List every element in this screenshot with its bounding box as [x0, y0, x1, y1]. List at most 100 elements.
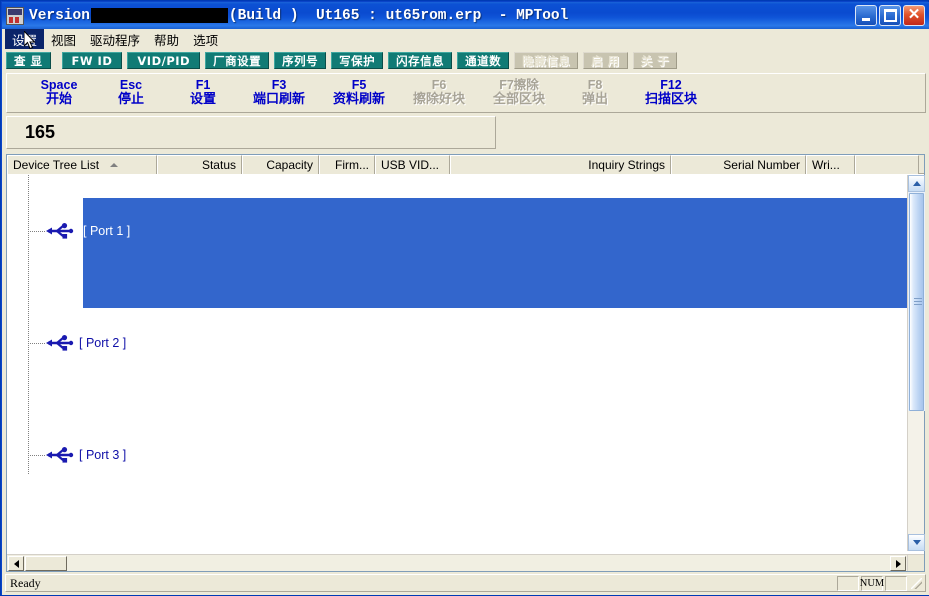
toolbar-refresh-port[interactable]: F3 端口刷新: [239, 78, 319, 107]
tab-vendor-settings-label: 厂商设置: [213, 53, 261, 69]
menu-driver[interactable]: 驱动程序: [83, 29, 147, 49]
window-controls: ✕: [855, 5, 925, 26]
scroll-up-button[interactable]: [908, 175, 925, 192]
column-status[interactable]: Status: [157, 155, 242, 174]
toolbar-scan-blocks[interactable]: F12 扫描区块: [631, 78, 711, 107]
toolbar-eject-key: F8: [588, 78, 603, 92]
scroll-left-button[interactable]: [8, 556, 24, 571]
title-bar[interactable]: Version (Build ) Ut165 : ut65rom.erp - M…: [2, 2, 929, 29]
tree-connector-line: [28, 175, 29, 475]
client-area: 设置 视图 驱动程序 帮助 选项 查 显 FW ID: [2, 29, 929, 595]
column-inquiry-strings[interactable]: Inquiry Strings: [450, 155, 671, 174]
toolbar-refresh-data-key: F5: [352, 78, 367, 92]
tab-vendor-settings[interactable]: 厂商设置: [205, 52, 269, 69]
title-redaction-block: [91, 8, 228, 23]
tab-query-display[interactable]: 查 显: [6, 52, 51, 69]
status-pane-num: NUM: [861, 576, 883, 591]
toolbar: Space 开始 Esc 停止 F1 设置 F3 端口刷新 F5 资料刷新 F6…: [6, 73, 926, 113]
tab-fw-id-label: FW ID: [72, 54, 113, 68]
resize-grip-icon[interactable]: [909, 576, 923, 590]
column-capacity-label: Capacity: [266, 158, 313, 172]
scroll-grip-icon: [914, 298, 922, 306]
column-serial-number[interactable]: Serial Number: [671, 155, 806, 174]
scroll-down-button[interactable]: [908, 534, 925, 551]
column-firmware[interactable]: Firm...: [319, 155, 375, 174]
horizontal-scroll-thumb[interactable]: [25, 556, 67, 571]
toolbar-stop[interactable]: Esc 停止: [95, 78, 167, 107]
tree-connector-stub: [28, 231, 45, 232]
tab-vid-pid[interactable]: VID/PID: [127, 52, 200, 69]
toolbar-refresh-data-label: 资料刷新: [333, 93, 385, 108]
menu-options[interactable]: 选项: [186, 29, 225, 49]
column-device-tree-list[interactable]: Device Tree List: [7, 155, 157, 174]
column-filler: [855, 155, 919, 174]
close-icon: ✕: [908, 7, 921, 22]
usb-icon: [45, 447, 75, 463]
list-body[interactable]: [ Port 1 ] [ Port 2 ]: [7, 175, 907, 551]
menu-driver-label: 驱动程序: [90, 30, 140, 49]
toolbar-scan-blocks-key: F12: [660, 78, 682, 92]
tree-connector-stub: [28, 455, 45, 456]
column-capacity[interactable]: Capacity: [242, 155, 319, 174]
menu-help-label: 帮助: [154, 30, 179, 49]
usb-icon: [45, 335, 75, 351]
menu-bar: 设置 视图 驱动程序 帮助 选项: [2, 29, 929, 49]
menu-help[interactable]: 帮助: [147, 29, 186, 49]
scrollbar-corner: [907, 554, 924, 571]
menu-options-label: 选项: [193, 30, 218, 49]
horizontal-scrollbar[interactable]: [7, 554, 907, 571]
tab-fw-id[interactable]: FW ID: [62, 52, 123, 69]
tab-serial-number[interactable]: 序列号: [274, 52, 326, 69]
tree-item-port-3-label: [ Port 3 ]: [79, 446, 126, 464]
toolbar-refresh-port-key: F3: [272, 78, 287, 92]
device-list-view[interactable]: Device Tree List Status Capacity Firm...…: [6, 154, 925, 572]
toolbar-eject: F8 弹出: [559, 78, 631, 107]
toolbar-erase-good-block-key: F6: [432, 78, 447, 92]
tab-hidden-info-label: 隐藏信息: [522, 53, 570, 69]
menu-settings-label: 设置: [12, 30, 37, 49]
toolbar-refresh-data[interactable]: F5 资料刷新: [319, 78, 399, 107]
chip-id-value: 165: [25, 122, 55, 143]
toolbar-start-label: 开始: [46, 93, 72, 108]
toolbar-start[interactable]: Space 开始: [23, 78, 95, 107]
menu-settings[interactable]: 设置: [5, 29, 44, 49]
status-pane-scroll: [885, 576, 907, 591]
list-header: Device Tree List Status Capacity Firm...…: [7, 155, 924, 174]
title-version-label: Version: [29, 8, 90, 24]
tab-about: 关 于: [633, 52, 678, 69]
status-bar: Ready NUM: [5, 574, 926, 592]
column-usb-vid[interactable]: USB VID...: [375, 155, 450, 174]
toolbar-erase-good-block-label: 擦除好块: [413, 93, 465, 108]
tab-write-protect[interactable]: 写保护: [331, 52, 383, 69]
maximize-button[interactable]: [879, 5, 901, 26]
chip-id-panel: 165: [6, 116, 496, 149]
column-write-protect-label: Wri...: [812, 158, 840, 172]
window-title: Version (Build ) Ut165 : ut65rom.erp - M…: [29, 8, 568, 24]
menu-view[interactable]: 视图: [44, 29, 83, 49]
column-write-protect[interactable]: Wri...: [806, 155, 855, 174]
tab-strip: 查 显 FW ID VID/PID 厂商设置 序列号 写保护 闪存信息 通道数: [6, 50, 926, 71]
tab-vid-pid-label: VID/PID: [137, 54, 190, 68]
toolbar-settings[interactable]: F1 设置: [167, 78, 239, 107]
tab-flash-info-label: 闪存信息: [396, 53, 444, 69]
close-button[interactable]: ✕: [903, 5, 925, 26]
column-usb-vid-label: USB VID...: [381, 158, 439, 172]
chevron-down-icon: [913, 540, 921, 545]
vertical-scroll-thumb[interactable]: [909, 193, 924, 411]
tab-channel-count[interactable]: 通道数: [457, 52, 509, 69]
application-window: Version (Build ) Ut165 : ut65rom.erp - M…: [0, 0, 929, 596]
tree-item-port-1-label: [ Port 1 ]: [83, 222, 130, 240]
tab-flash-info[interactable]: 闪存信息: [388, 52, 452, 69]
column-device-tree-list-label: Device Tree List: [13, 158, 99, 172]
tab-enable: 启 用: [583, 52, 628, 69]
toolbar-erase-all-blocks-key: F7擦除: [499, 78, 539, 92]
vertical-scrollbar[interactable]: [907, 175, 924, 551]
toolbar-erase-all-blocks-label: 全部区块: [493, 93, 545, 108]
minimize-button[interactable]: [855, 5, 877, 26]
tab-serial-number-label: 序列号: [282, 53, 318, 69]
triangle-left-icon: [14, 560, 19, 568]
column-inquiry-strings-label: Inquiry Strings: [588, 158, 665, 172]
column-status-label: Status: [202, 158, 236, 172]
scroll-right-button[interactable]: [890, 556, 906, 571]
title-device-label: Ut165 :: [316, 8, 377, 24]
